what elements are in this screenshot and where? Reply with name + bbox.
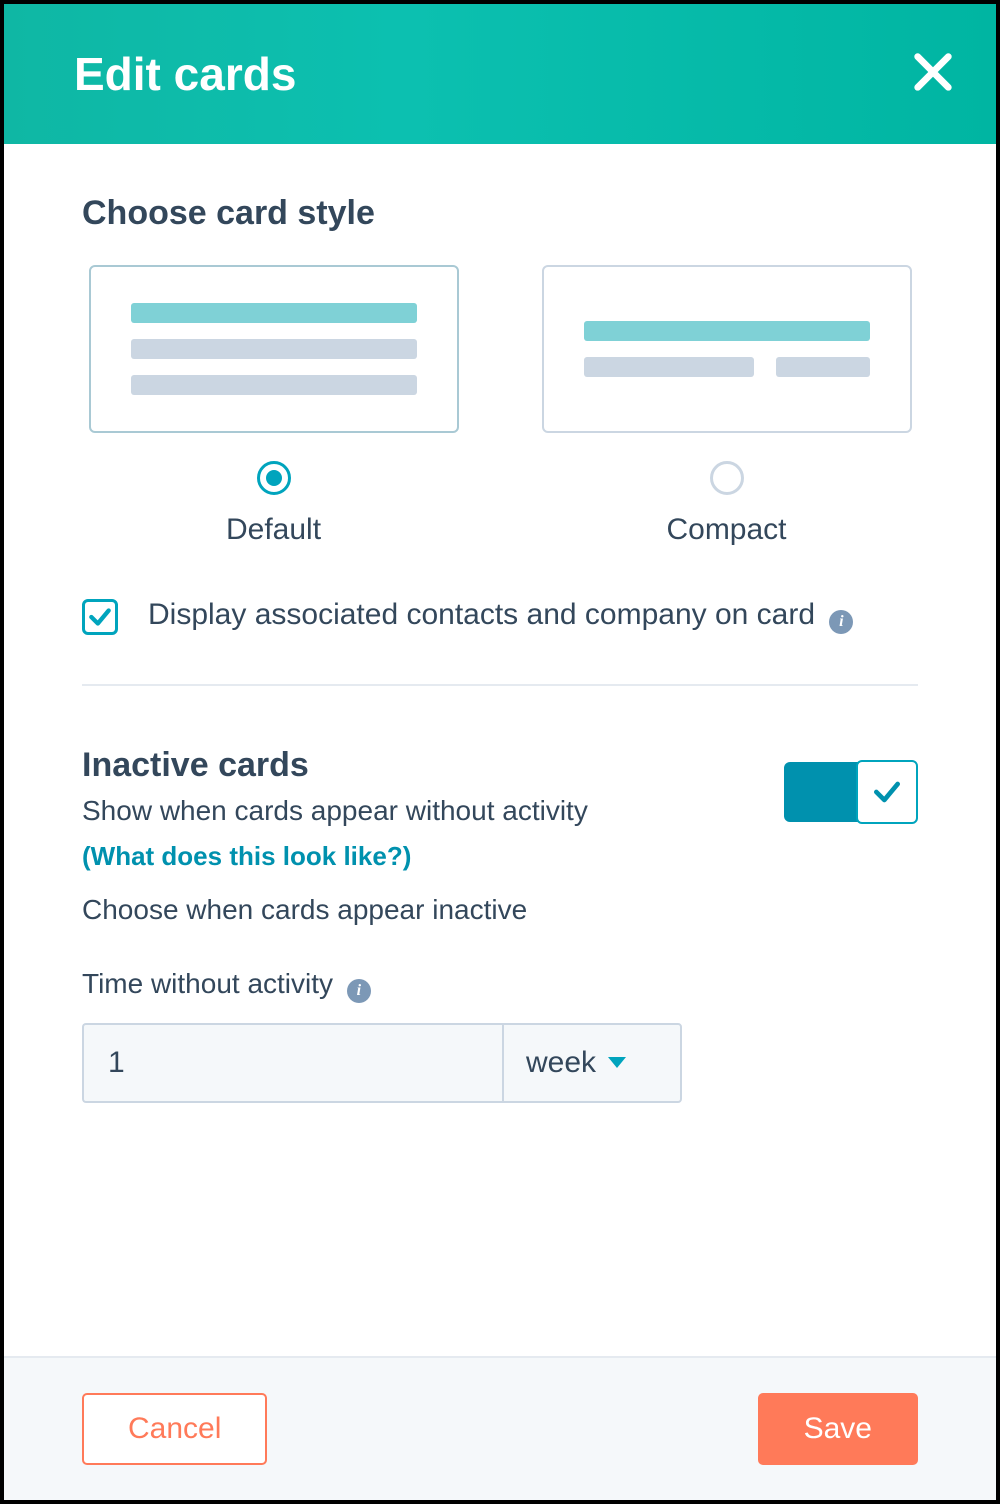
card-style-options: Default Compact: [82, 265, 918, 547]
info-icon[interactable]: i: [347, 979, 371, 1003]
radio-default[interactable]: [257, 461, 291, 495]
close-icon: [910, 49, 956, 95]
card-style-option-default[interactable]: Default: [82, 265, 465, 547]
time-without-activity-inputs: week: [82, 1023, 918, 1103]
caret-down-icon: [608, 1057, 626, 1068]
display-associated-label: Display associated contacts and company …: [148, 595, 853, 636]
toggle-knob: [856, 760, 918, 824]
inactive-cards-toggle[interactable]: [784, 762, 918, 822]
card-style-label: Compact: [666, 513, 786, 547]
display-associated-checkbox[interactable]: [82, 599, 118, 635]
card-style-option-compact[interactable]: Compact: [535, 265, 918, 547]
time-unit-select[interactable]: week: [502, 1023, 682, 1103]
modal-footer: Cancel Save: [4, 1356, 996, 1500]
inactive-cards-header: Inactive cards Show when cards appear wi…: [82, 746, 918, 926]
inactive-cards-subtitle: Show when cards appear without activity: [82, 795, 588, 827]
modal-title: Edit cards: [74, 47, 296, 101]
what-does-this-look-like-link[interactable]: (What does this look like?): [82, 841, 411, 872]
cancel-button[interactable]: Cancel: [82, 1393, 267, 1465]
save-button[interactable]: Save: [758, 1393, 918, 1465]
check-icon: [87, 604, 113, 630]
modal-header: Edit cards: [4, 4, 996, 144]
modal-body: Choose card style Default Compact: [4, 144, 996, 1356]
section-divider: [82, 684, 918, 686]
inactive-cards-title: Inactive cards: [82, 746, 588, 785]
time-value-input[interactable]: [82, 1023, 502, 1103]
close-button[interactable]: [910, 49, 956, 100]
display-associated-row: Display associated contacts and company …: [82, 595, 918, 636]
radio-compact[interactable]: [710, 461, 744, 495]
card-style-thumb-compact: [542, 265, 912, 433]
time-unit-value: week: [526, 1046, 596, 1080]
card-style-label: Default: [226, 513, 321, 547]
card-style-thumb-default: [89, 265, 459, 433]
card-style-title: Choose card style: [82, 194, 918, 233]
edit-cards-modal: Edit cards Choose card style Default: [0, 0, 1000, 1504]
inactive-choose-text: Choose when cards appear inactive: [82, 894, 588, 926]
info-icon[interactable]: i: [829, 610, 853, 634]
check-icon: [871, 776, 903, 808]
time-without-activity-label: Time without activity i: [82, 968, 918, 1003]
